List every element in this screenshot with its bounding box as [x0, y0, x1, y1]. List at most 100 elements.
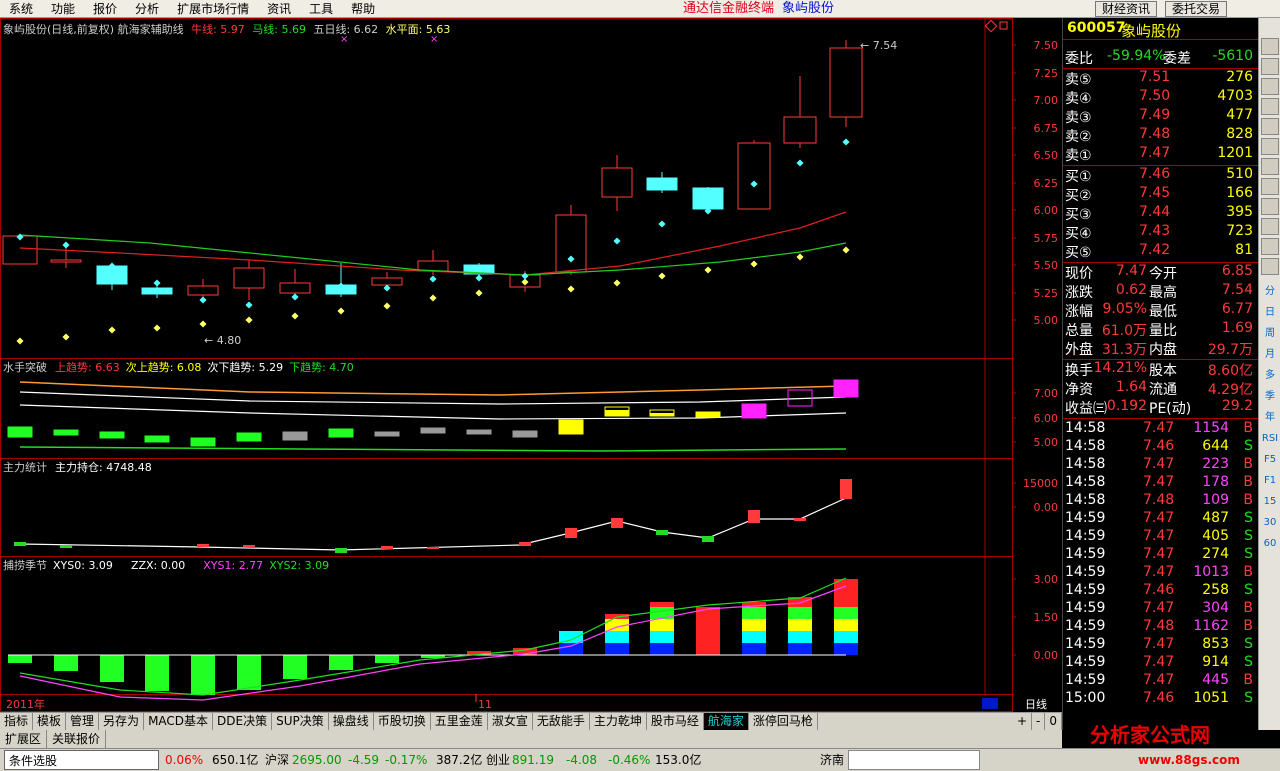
toolbar-button-10[interactable]: 15	[1261, 493, 1279, 510]
tick-side: S	[1244, 654, 1253, 670]
ob-price: 7.46	[1139, 166, 1171, 182]
toolbar-button-4[interactable]: 多	[1261, 367, 1279, 384]
tab-2[interactable]: 管理	[66, 713, 100, 730]
toolbar-button-11[interactable]: 30	[1261, 514, 1279, 531]
ext-tab-1[interactable]: 关联报价	[47, 730, 107, 748]
stat-label: 外盘	[1065, 342, 1093, 358]
tab-0[interactable]: 指标	[0, 713, 34, 730]
tab-control-0[interactable]: +	[1013, 713, 1033, 730]
season-stack-seg	[834, 631, 858, 643]
menu-item-7[interactable]: 帮助	[342, 0, 384, 18]
sz-amount: 387.2亿	[436, 753, 483, 767]
tick-price: 7.48	[1143, 618, 1175, 634]
stock-select-input[interactable]: 条件选股	[4, 750, 159, 770]
main-chart[interactable]: 象屿股份(日线,前复权) 航海家辅助线 牛线: 5.97 马线: 5.69 五日…	[0, 18, 1062, 712]
tab-6[interactable]: SUP决策	[272, 713, 329, 730]
stat-label: 总量	[1065, 323, 1093, 339]
breakout-bar	[420, 427, 446, 434]
low-label: ← 4.80	[204, 334, 241, 347]
menu-item-3[interactable]: 分析	[126, 0, 168, 18]
toolbar-icon[interactable]	[1261, 98, 1279, 115]
toolbar-button-7[interactable]: RSI	[1261, 430, 1279, 447]
stat-label: 换手	[1065, 363, 1093, 379]
ob-label: 买⑤	[1065, 245, 1092, 261]
mainforce-bar	[243, 545, 255, 547]
menu-item-0[interactable]: 系统	[0, 0, 42, 18]
menu-items: 系统 功能 报价 分析 扩展市场行情 资讯 工具 帮助	[0, 0, 384, 18]
toolbar-icon[interactable]	[1261, 58, 1279, 75]
toolbar-button-9[interactable]: F1	[1261, 472, 1279, 489]
toolbar-icon[interactable]	[1261, 118, 1279, 135]
ime-toolbar[interactable]	[848, 750, 980, 770]
tab-9[interactable]: 五里金莲	[431, 713, 488, 730]
breakout-bar-fill	[650, 413, 674, 416]
toolbar-button-8[interactable]: F5	[1261, 451, 1279, 468]
toolbar-button-5[interactable]: 季	[1261, 388, 1279, 405]
tick-volume: 109	[1202, 492, 1229, 508]
marker-x: ×	[340, 34, 348, 45]
divider	[1063, 39, 1259, 40]
tab-15[interactable]: 涨停回马枪	[749, 713, 818, 730]
toolbar-icon[interactable]	[1261, 78, 1279, 95]
tick-price: 7.47	[1143, 510, 1175, 526]
toolbar-button-12[interactable]: 60	[1261, 535, 1279, 552]
menu-item-5[interactable]: 资讯	[258, 0, 300, 18]
menu-item-2[interactable]: 报价	[84, 0, 126, 18]
toolbar-icon[interactable]	[1261, 238, 1279, 255]
title-banner: 通达信金融终端 象屿股份	[683, 0, 834, 18]
ext-tab-0[interactable]: 扩展区	[0, 730, 48, 748]
ask-row: 卖⑤ 7.51 276	[1063, 69, 1259, 88]
ob-volume: 477	[1226, 107, 1253, 123]
toolbar-icon[interactable]	[1261, 198, 1279, 215]
toolbar-icon[interactable]	[1261, 158, 1279, 175]
tick-row: 14:59 7.47 914 S	[1063, 654, 1259, 673]
menu-item-1[interactable]: 功能	[42, 0, 84, 18]
toolbar-button-3[interactable]: 月	[1261, 346, 1279, 363]
tab-14[interactable]: 航海家	[703, 713, 749, 730]
tab-8[interactable]: 币股切换	[374, 713, 431, 730]
menu-item-6[interactable]: 工具	[300, 0, 342, 18]
tab-12[interactable]: 主力乾坤	[590, 713, 647, 730]
toolbar-icon[interactable]	[1261, 38, 1279, 55]
ob-price: 7.48	[1139, 126, 1171, 142]
period-label[interactable]: 日线	[1025, 697, 1047, 711]
ob-volume: 828	[1226, 126, 1253, 142]
tab-control-2[interactable]: 0	[1045, 713, 1062, 730]
toolbar-button-0[interactable]: 分	[1261, 283, 1279, 300]
stat-value: 29.2	[1221, 398, 1253, 414]
tab-5[interactable]: DDE决策	[213, 713, 273, 730]
stat-value: 8.60亿	[1207, 363, 1253, 379]
stat-value: 1.69	[1221, 320, 1253, 336]
toolbar-button-1[interactable]: 日	[1261, 304, 1279, 321]
season-bar-neg	[54, 655, 78, 671]
toolbar-icon[interactable]	[1261, 138, 1279, 155]
x-axis-frame	[0, 694, 1013, 712]
tab-7[interactable]: 操盘线	[329, 713, 374, 730]
toolbar-icon[interactable]	[1261, 178, 1279, 195]
season-bar-neg	[237, 655, 261, 690]
tab-10[interactable]: 淑女宣	[488, 713, 533, 730]
tick-price: 7.47	[1143, 600, 1175, 616]
p2-axis-label: 7.00	[1034, 387, 1059, 400]
breakout-bar	[144, 435, 170, 443]
toolbar-icon[interactable]	[1261, 218, 1279, 235]
candle-body	[829, 47, 863, 118]
toolbar-icon[interactable]	[1261, 258, 1279, 275]
tab-1[interactable]: 模板	[33, 713, 67, 730]
tab-3[interactable]: 另存为	[99, 713, 145, 730]
season-bar-neg	[145, 655, 169, 691]
toolbar-button-6[interactable]: 年	[1261, 409, 1279, 426]
tab-11[interactable]: 无敌能手	[533, 713, 590, 730]
tab-4[interactable]: MACD基本	[144, 713, 214, 730]
ask-row: 卖③ 7.49 477	[1063, 107, 1259, 126]
menu-item-4[interactable]: 扩展市场行情	[168, 0, 258, 18]
tab-control-1[interactable]: -	[1032, 713, 1046, 730]
stat-label: 净资	[1065, 382, 1093, 398]
trade-button[interactable]: 委托交易	[1165, 1, 1228, 17]
finance-news-button[interactable]: 财经资讯	[1095, 1, 1158, 17]
season-stack-seg	[834, 579, 858, 607]
sz-index: 2695.00	[292, 753, 342, 767]
toolbar-button-2[interactable]: 周	[1261, 325, 1279, 342]
tab-13[interactable]: 股市马经	[647, 713, 704, 730]
stat-row: 外盘 31.3万 内盘 29.7万	[1063, 339, 1259, 358]
